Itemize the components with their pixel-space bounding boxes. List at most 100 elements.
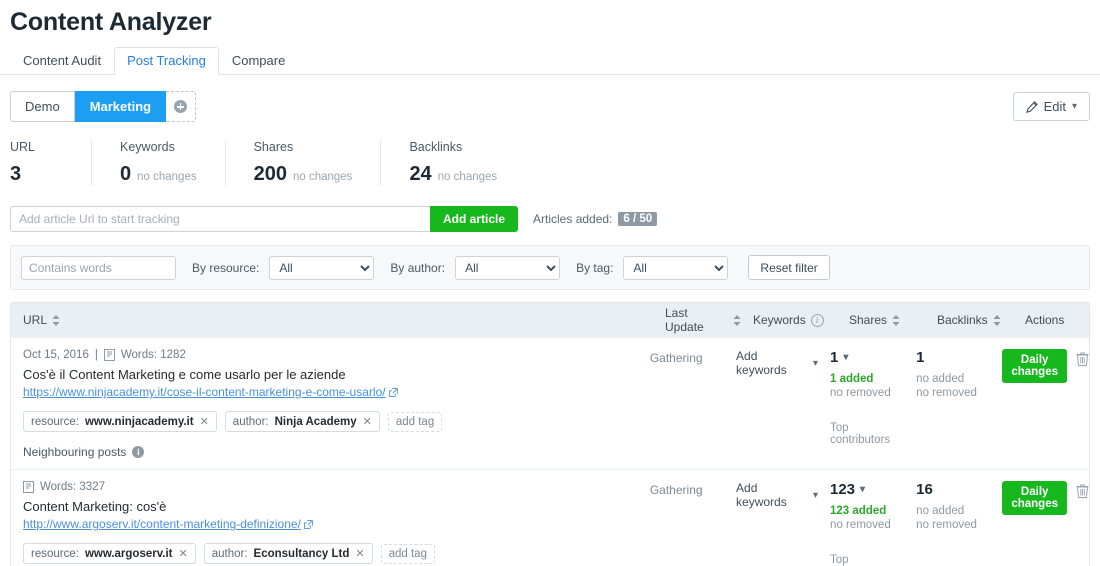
article-meta: Words: 3327 (23, 481, 638, 493)
add-project-button[interactable] (166, 91, 197, 122)
chevron-down-icon: ▾ (843, 352, 849, 363)
project-marketing[interactable]: Marketing (74, 91, 167, 122)
tag-value: www.ninjacademy.it (84, 415, 194, 428)
tag-resource[interactable]: resource: www.ninjacademy.it ✕ (23, 411, 217, 432)
article-tags: resource: www.argoserv.it ✕ author: Econ… (23, 543, 638, 564)
articles-added-badge: 6 / 50 (618, 212, 658, 226)
main-tabbar: Content Audit Post Tracking Compare (0, 47, 1100, 75)
stat-value: 24 (409, 163, 432, 185)
column-header-shares[interactable]: Shares (837, 313, 925, 327)
article-meta: Oct 15, 2016 | Words: 1282 (23, 349, 638, 361)
article-url-link[interactable]: http://www.argoserv.it/content-marketing… (23, 517, 638, 531)
article-words: Words: 3327 (40, 481, 105, 493)
project-demo[interactable]: Demo (10, 91, 75, 122)
close-icon[interactable]: ✕ (355, 547, 364, 560)
add-article-button[interactable]: Add article (430, 206, 519, 232)
tab-compare[interactable]: Compare (219, 47, 298, 75)
trash-icon[interactable] (1076, 484, 1089, 498)
column-label: Actions (1025, 313, 1065, 327)
contains-words-input[interactable] (21, 255, 176, 280)
sort-icon[interactable] (892, 314, 900, 326)
by-author-select[interactable]: All (455, 255, 561, 280)
shares-added: 1 added (830, 373, 874, 385)
close-icon[interactable]: ✕ (363, 415, 372, 428)
shares-value: 123 (830, 481, 856, 498)
column-header-last-update[interactable]: Last Update (653, 306, 741, 334)
shares-removed: no removed (830, 519, 891, 531)
article-title: Content Marketing: cos'è (23, 499, 167, 514)
table-row: Words: 3327 Content Marketing: cos'è htt… (11, 469, 1089, 566)
stat-label: Shares (253, 140, 294, 154)
info-icon[interactable]: i (132, 446, 145, 458)
tag-key: author: (211, 547, 248, 560)
add-keywords-button[interactable]: Add keywords ▾ (736, 349, 818, 377)
daily-changes-button[interactable]: Daily changes (1002, 481, 1067, 515)
add-keywords-label: Add keywords (736, 481, 787, 509)
document-icon (103, 349, 115, 361)
tag-key: resource: (31, 415, 79, 428)
close-icon[interactable]: ✕ (179, 547, 188, 560)
neighbouring-posts-label: Neighbouring posts (23, 445, 127, 459)
row-actions-cell: Daily changes (990, 349, 1089, 459)
article-url-text: https://www.ninjacademy.it/cose-il-conte… (23, 385, 386, 399)
shares-value: 1 (830, 349, 839, 366)
close-icon[interactable]: ✕ (200, 415, 209, 428)
add-tag-button[interactable]: add tag (387, 411, 443, 432)
shares-value-wrap[interactable]: 123 ▾ (830, 481, 904, 498)
column-label: Shares (849, 313, 888, 327)
row-last-update-cell: Gathering (638, 481, 724, 566)
row-url-cell: Words: 3327 Content Marketing: cos'è htt… (11, 481, 638, 566)
sort-icon[interactable] (993, 314, 1001, 326)
articles-table: URL Last Update Keywords i Shares Backli… (10, 302, 1090, 566)
edit-button[interactable]: Edit ▾ (1012, 92, 1090, 121)
add-keywords-button[interactable]: Add keywords ▾ (736, 481, 818, 509)
backlinks-changes: no added no removed (916, 504, 990, 532)
by-tag-select[interactable]: All (623, 255, 729, 280)
column-label: URL (23, 313, 48, 327)
tag-value: Ninja Academy (274, 415, 357, 428)
shares-added: 123 added (830, 505, 887, 517)
article-url-link[interactable]: https://www.ninjacademy.it/cose-il-conte… (23, 385, 638, 399)
column-label: Last Update (665, 306, 704, 334)
backlinks-changes: no added no removed (916, 372, 990, 400)
row-last-update-cell: Gathering (638, 349, 724, 459)
column-header-backlinks[interactable]: Backlinks (925, 313, 1013, 327)
row-shares-cell: 1 ▾ 1 added no removed Top contributors (818, 349, 904, 459)
trash-icon[interactable] (1076, 352, 1089, 366)
column-header-url[interactable]: URL (11, 313, 653, 327)
filter-bar: By resource: All By author: All By tag: … (10, 245, 1090, 290)
shares-changes: 1 added no removed (830, 372, 904, 400)
meta-separator: | (94, 349, 98, 361)
tag-author[interactable]: author: Ninja Academy ✕ (224, 411, 380, 432)
daily-changes-button[interactable]: Daily changes (1002, 349, 1067, 383)
shares-value-wrap[interactable]: 1 ▾ (830, 349, 904, 366)
row-actions-cell: Daily changes (990, 481, 1089, 566)
stat-label: Keywords (120, 140, 175, 154)
neighbouring-posts[interactable]: Neighbouring posts i (23, 445, 638, 459)
by-tag-label: By tag: (576, 260, 614, 275)
sort-icon[interactable] (52, 314, 60, 326)
tag-author[interactable]: author: Econsultancy Ltd ✕ (203, 543, 373, 564)
table-row: Oct 15, 2016 | Words: 1282 Cos'è il Cont… (11, 337, 1089, 469)
tab-content-audit[interactable]: Content Audit (10, 47, 114, 75)
top-contributors-link[interactable]: Top contributors (830, 422, 904, 446)
tab-post-tracking[interactable]: Post Tracking (114, 47, 219, 75)
stat-delta: no changes (137, 171, 197, 183)
top-contributors-link[interactable]: Top contributors (830, 554, 904, 566)
add-tag-button[interactable]: add tag (380, 543, 435, 564)
info-icon[interactable]: i (810, 313, 824, 327)
backlinks-added: no added (916, 505, 965, 517)
backlinks-added: no added (916, 373, 965, 385)
add-article-input[interactable] (10, 206, 430, 232)
articles-added-note: Articles added: 6 / 50 (533, 212, 658, 226)
sort-icon[interactable] (733, 314, 741, 326)
document-icon (23, 481, 34, 493)
stat-delta: no changes (292, 171, 353, 183)
chevron-down-icon: ▾ (860, 484, 866, 495)
stat-value-wrap: 24 no changes (409, 163, 497, 186)
stats-summary: URL 3 Keywords 0 no changes Shares 200 n… (0, 122, 1100, 186)
by-resource-label: By resource: (192, 260, 260, 275)
reset-filter-button[interactable]: Reset filter (748, 255, 830, 280)
by-resource-select[interactable]: All (269, 255, 375, 280)
tag-resource[interactable]: resource: www.argoserv.it ✕ (23, 543, 196, 564)
